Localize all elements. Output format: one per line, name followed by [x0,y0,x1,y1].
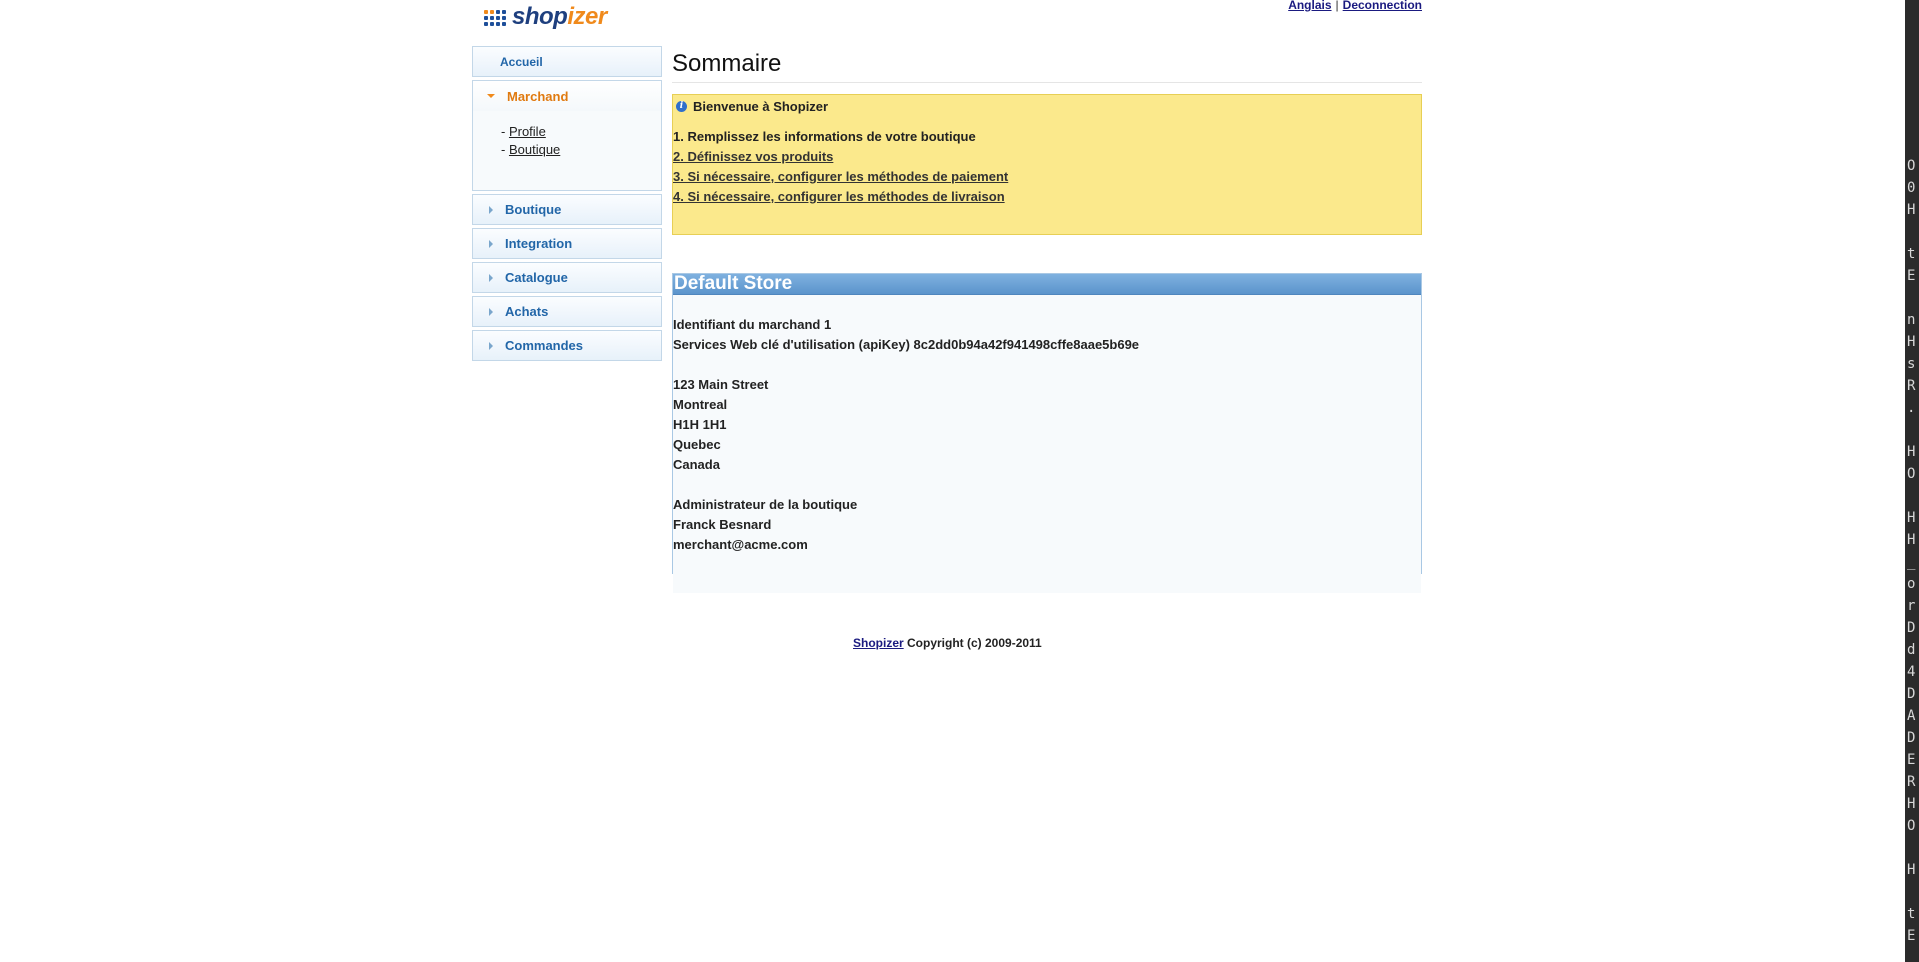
terminal-char: t [1907,246,1916,262]
terminal-char: H [1907,862,1916,878]
step-2-link[interactable]: 2. Définissez vos produits [673,149,833,164]
store-details: Identifiant du marchand 1 Services Web c… [673,295,1421,593]
merchant-submenu: - Profile - Boutique [472,111,662,191]
terminal-char: E [1907,928,1916,944]
sidebar-item-label: Catalogue [505,270,568,285]
address-postal: H1H 1H1 [673,417,727,432]
address-street: 123 Main Street [673,377,769,392]
terminal-char: O [1907,466,1916,482]
sidebar-item-commandes[interactable]: Commandes [472,330,662,361]
terminal-char: R [1907,774,1916,790]
terminal-char: E [1907,752,1916,768]
terminal-char: . [1907,400,1916,416]
step-4-link[interactable]: 4. Si nécessaire, configurer les méthode… [673,189,1005,204]
terminal-char: D [1907,730,1916,746]
language-link[interactable]: Anglais [1288,0,1331,12]
terminal-char: E [1907,268,1916,284]
sidebar-item-merchant[interactable]: Marchand [472,80,662,111]
notice-heading: i Bienvenue à Shopizer [673,97,1421,115]
main-content: Sommaire i Bienvenue à Shopizer 1. Rempl… [672,46,1422,593]
terminal-char: r [1907,598,1916,614]
separator: | [1335,0,1339,12]
notice-title: Bienvenue à Shopizer [693,98,829,114]
terminal-char: D [1907,620,1916,636]
chevron-down-icon [487,94,495,98]
terminal-char: H [1907,202,1916,218]
terminal-char: d [1907,642,1916,658]
shopizer-logo[interactable]: shopizer [484,0,607,34]
chevron-right-icon [489,205,493,214]
api-key: Services Web clé d'utilisation (apiKey) … [673,337,1140,352]
step-3-link[interactable]: 3. Si nécessaire, configurer les méthode… [673,169,1008,184]
merchant-id: Identifiant du marchand 1 [673,317,832,332]
chevron-right-icon [489,273,493,282]
terminal-char: o [1907,576,1916,592]
footer-shopizer-link[interactable]: Shopizer [853,636,904,650]
terminal-char: A [1907,708,1916,724]
address-province: Quebec [673,437,721,452]
logout-link[interactable]: Deconnection [1343,0,1422,12]
address-country: Canada [673,457,720,472]
terminal-char: 4 [1907,664,1916,680]
chevron-right-icon [489,307,493,316]
admin-label: Administrateur de la boutique [673,497,858,512]
sidebar-item-home[interactable]: Accueil [472,46,662,77]
store-panel: Default Store Identifiant du marchand 1 … [672,273,1422,593]
terminal-char: H [1907,334,1916,350]
terminal-char: _ [1907,554,1916,570]
sidebar-item-label: Achats [505,304,549,319]
sidebar-item-label: Integration [505,236,573,251]
terminal-strip: O 0 Ht En Hs R. H O H H _ o r Dd 4 D A D E R H O Ht E [1905,0,1919,962]
sidebar-menu: Accueil Marchand - Profile - Boutique Bo… [472,46,662,364]
terminal-char: R [1907,378,1916,394]
address-city: Montreal [673,397,728,412]
sidebar-item-achats[interactable]: Achats [472,296,662,327]
terminal-char: O [1907,158,1916,174]
page-title: Sommaire [672,46,1422,83]
submenu-item-profile: - Profile [501,124,546,139]
welcome-notice: i Bienvenue à Shopizer 1. Remplissez les… [672,94,1422,235]
terminal-char: H [1907,510,1916,526]
terminal-char: s [1907,356,1916,372]
sidebar-item-label: Marchand [507,88,569,104]
terminal-char: H [1907,444,1916,460]
terminal-char: 0 [1907,180,1916,196]
copyright-text: Copyright (c) 2009-2011 [903,636,1042,650]
terminal-char: H [1907,796,1916,812]
top-links: Anglais | Deconnection [1288,0,1422,12]
info-icon: i [676,100,687,112]
terminal-char: t [1907,906,1916,922]
profile-link[interactable]: Profile [509,124,546,139]
sidebar-item-label: Commandes [505,338,584,353]
sidebar-item-integration[interactable]: Integration [472,228,662,259]
admin-email: merchant@acme.com [673,537,808,552]
logo-text: shopizer [512,3,607,30]
store-link[interactable]: Boutique [509,142,560,157]
step-1: 1. Remplissez les informations de votre … [673,129,976,144]
terminal-char: O [1907,818,1916,834]
chevron-right-icon [489,239,493,248]
chevron-right-icon [489,341,493,350]
page: shopizer Anglais | Deconnection Accueil Ma… [0,0,1919,962]
admin-name: Franck Besnard [673,517,772,532]
terminal-char: H [1907,532,1916,548]
sidebar-item-label: Boutique [505,202,562,217]
terminal-char: n [1907,312,1916,328]
footer: Shopizer Copyright (c) 2009-2011 [853,636,1042,650]
logo-dots-icon [484,10,506,26]
sidebar-item-catalogue[interactable]: Catalogue [472,262,662,293]
sidebar-item-boutique[interactable]: Boutique [472,194,662,225]
submenu-item-store: - Boutique [501,142,561,157]
terminal-char: D [1907,686,1916,702]
store-name: Default Store [673,274,1421,295]
